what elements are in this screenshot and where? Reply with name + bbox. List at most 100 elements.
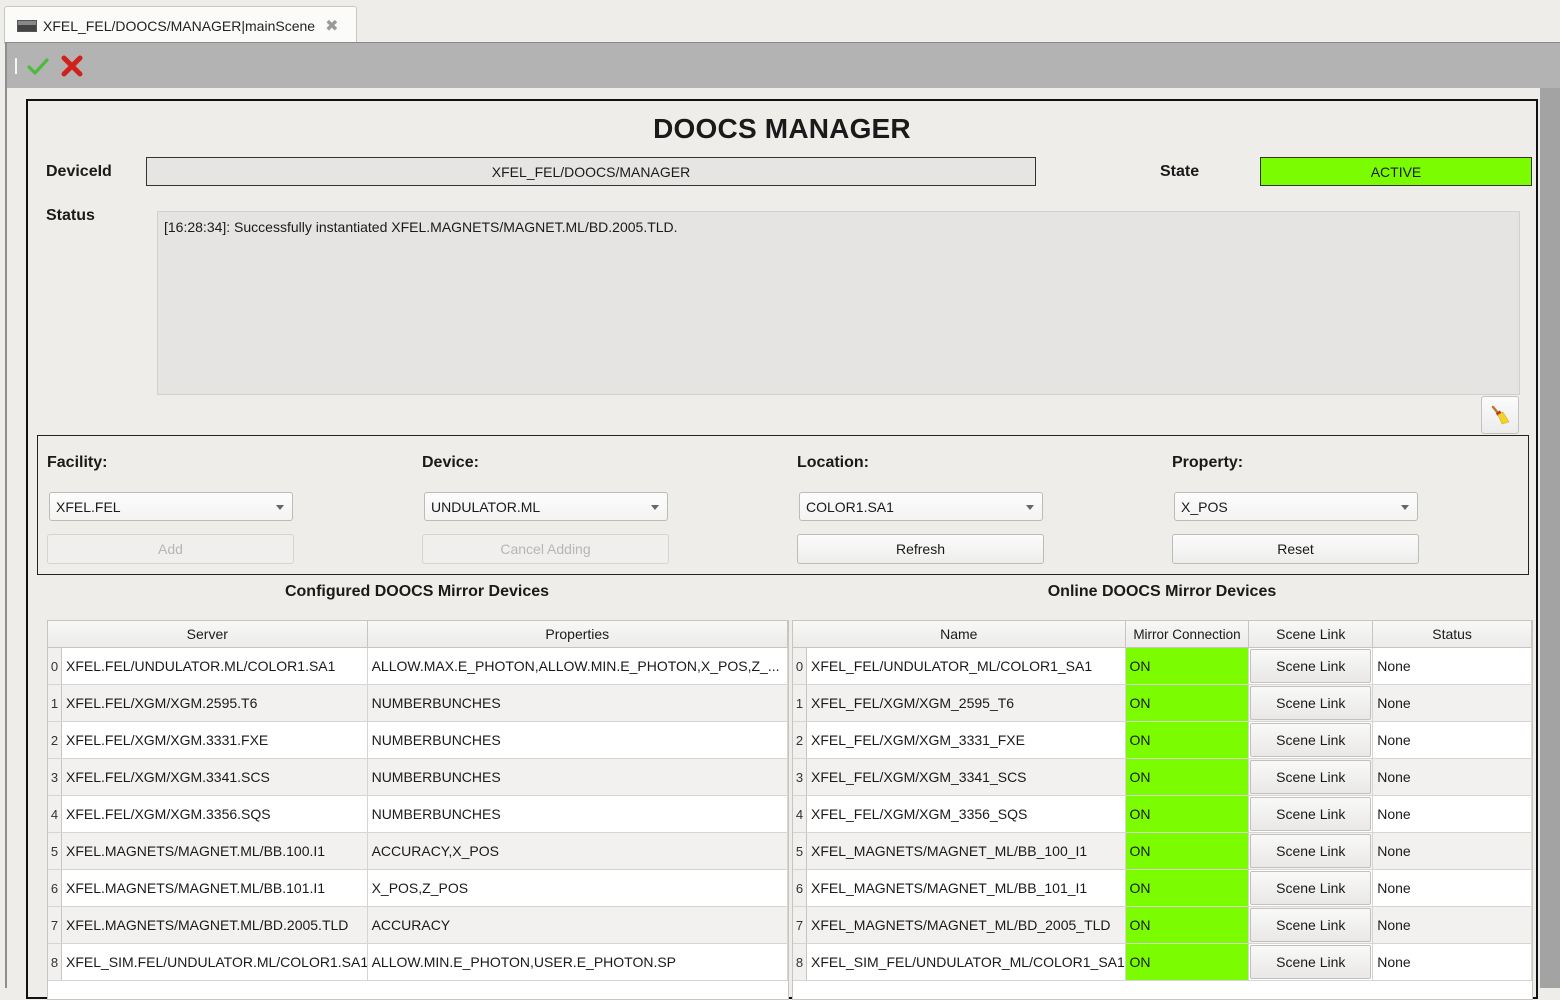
column-header-server[interactable]: Server — [48, 621, 368, 647]
name-cell[interactable]: XFEL_SIM_FEL/UNDULATOR_ML/COLOR1_SA1 — [807, 944, 1126, 980]
properties-cell[interactable]: ACCURACY — [368, 907, 788, 943]
table-row[interactable]: 8 XFEL_SIM.FEL/UNDULATOR.ML/COLOR1.SA1 ALL… — [48, 944, 788, 981]
row-index[interactable]: 8 — [793, 944, 807, 980]
table-row[interactable]: 4 XFEL.FEL/XGM/XGM.3356.SQS NUMBERBUNCHES — [48, 796, 788, 833]
name-cell[interactable]: XFEL_FEL/XGM/XGM_3356_SQS — [807, 796, 1126, 832]
device-select[interactable]: UNDULATOR.ML — [424, 492, 668, 521]
x-icon[interactable] — [59, 53, 85, 79]
server-cell[interactable]: XFEL.FEL/XGM/XGM.3331.FXE — [62, 722, 368, 758]
check-icon[interactable] — [26, 54, 50, 78]
scene-link-button[interactable]: Scene Link — [1250, 834, 1372, 868]
row-index[interactable]: 7 — [793, 907, 807, 943]
table-row[interactable]: 2 XFEL_FEL/XGM/XGM_3331_FXE ON Scene Link No… — [793, 722, 1532, 759]
status-cell[interactable]: None — [1373, 759, 1532, 795]
name-cell[interactable]: XFEL_FEL/XGM/XGM_2595_T6 — [807, 685, 1126, 721]
property-select[interactable]: X_POS — [1174, 492, 1418, 521]
table-row[interactable]: 1 XFEL_FEL/XGM/XGM_2595_T6 ON Scene Link Non… — [793, 685, 1532, 722]
table-row[interactable]: 6 XFEL.MAGNETS/MAGNET.ML/BB.101.I1 X_POS,Z… — [48, 870, 788, 907]
row-index[interactable]: 3 — [48, 759, 62, 795]
properties-cell[interactable]: ALLOW.MIN.E_PHOTON,USER.E_PHOTON.SP — [368, 944, 788, 980]
add-button[interactable]: Add — [47, 534, 294, 564]
server-cell[interactable]: XFEL.FEL/XGM/XGM.3341.SCS — [62, 759, 368, 795]
column-header-mirror-connection[interactable]: Mirror Connection — [1126, 621, 1250, 647]
row-index[interactable]: 4 — [48, 796, 62, 832]
column-header-properties[interactable]: Properties — [368, 621, 788, 647]
properties-cell[interactable]: NUMBERBUNCHES — [368, 685, 788, 721]
row-index[interactable]: 4 — [793, 796, 807, 832]
table-row[interactable]: 0 XFEL.FEL/UNDULATOR.ML/COLOR1.SA1 ALLOW.M… — [48, 648, 788, 685]
table-row[interactable]: 6 XFEL_MAGNETS/MAGNET_ML/BB_101_I1 ON Scene… — [793, 870, 1532, 907]
status-cell[interactable]: None — [1373, 907, 1532, 943]
column-header-scene-link[interactable]: Scene Link — [1249, 621, 1374, 647]
row-index[interactable]: 6 — [793, 870, 807, 906]
properties-cell[interactable]: NUMBERBUNCHES — [368, 796, 788, 832]
close-icon[interactable]: ✖ — [325, 16, 338, 36]
table-row[interactable]: 0 XFEL_FEL/UNDULATOR_ML/COLOR1_SA1 ON Scene… — [793, 648, 1532, 685]
cancel-adding-button[interactable]: Cancel Adding — [422, 534, 669, 564]
row-index[interactable]: 0 — [793, 648, 807, 684]
clear-status-button[interactable] — [1481, 396, 1519, 434]
name-cell[interactable]: XFEL_MAGNETS/MAGNET_ML/BB_100_I1 — [807, 833, 1126, 869]
name-cell[interactable]: XFEL_FEL/XGM/XGM_3341_SCS — [807, 759, 1126, 795]
table-row[interactable]: 5 XFEL.MAGNETS/MAGNET.ML/BB.100.I1 ACCURAC… — [48, 833, 788, 870]
row-index[interactable]: 1 — [793, 685, 807, 721]
status-cell[interactable]: None — [1373, 685, 1532, 721]
name-cell[interactable]: XFEL_FEL/UNDULATOR_ML/COLOR1_SA1 — [807, 648, 1126, 684]
row-index[interactable]: 1 — [48, 685, 62, 721]
server-cell[interactable]: XFEL.MAGNETS/MAGNET.ML/BD.2005.TLD — [62, 907, 368, 943]
row-index[interactable]: 2 — [793, 722, 807, 758]
properties-cell[interactable]: NUMBERBUNCHES — [368, 759, 788, 795]
scrollbar-track[interactable] — [1540, 88, 1560, 988]
refresh-button[interactable]: Refresh — [797, 534, 1044, 564]
row-index[interactable]: 2 — [48, 722, 62, 758]
table-row[interactable]: 3 XFEL.FEL/XGM/XGM.3341.SCS NUMBERBUNCHES — [48, 759, 788, 796]
status-cell[interactable]: None — [1373, 944, 1532, 980]
configured-devices-table[interactable]: Server Properties 0 XFEL.FEL/UNDULATOR.ML… — [47, 620, 789, 1000]
column-header-name[interactable]: Name — [793, 621, 1126, 647]
server-cell[interactable]: XFEL_SIM.FEL/UNDULATOR.ML/COLOR1.SA1 — [62, 944, 368, 980]
server-cell[interactable]: XFEL.FEL/UNDULATOR.ML/COLOR1.SA1 — [62, 648, 368, 684]
row-index[interactable]: 0 — [48, 648, 62, 684]
status-cell[interactable]: None — [1373, 722, 1532, 758]
row-index[interactable]: 5 — [793, 833, 807, 869]
scene-link-button[interactable]: Scene Link — [1250, 871, 1372, 905]
scene-link-button[interactable]: Scene Link — [1250, 686, 1372, 720]
table-row[interactable]: 3 XFEL_FEL/XGM/XGM_3341_SCS ON Scene Link No… — [793, 759, 1532, 796]
table-row[interactable]: 7 XFEL.MAGNETS/MAGNET.ML/BD.2005.TLD ACCUR… — [48, 907, 788, 944]
properties-cell[interactable]: NUMBERBUNCHES — [368, 722, 788, 758]
properties-cell[interactable]: ACCURACY,X_POS — [368, 833, 788, 869]
facility-select[interactable]: XFEL.FEL — [49, 492, 293, 521]
status-cell[interactable]: None — [1373, 870, 1532, 906]
status-cell[interactable]: None — [1373, 833, 1532, 869]
tab-main-scene[interactable]: XFEL_FEL/DOOCS/MANAGER|mainScene ✖ — [4, 6, 357, 44]
row-index[interactable]: 3 — [793, 759, 807, 795]
row-index[interactable]: 6 — [48, 870, 62, 906]
column-header-status[interactable]: Status — [1373, 621, 1532, 647]
server-cell[interactable]: XFEL.FEL/XGM/XGM.2595.T6 — [62, 685, 368, 721]
properties-cell[interactable]: ALLOW.MAX.E_PHOTON,ALLOW.MIN.E_PHOTON,X_… — [368, 648, 788, 684]
table-row[interactable]: 5 XFEL_MAGNETS/MAGNET_ML/BB_100_I1 ON Scene… — [793, 833, 1532, 870]
table-row[interactable]: 8 XFEL_SIM_FEL/UNDULATOR_ML/COLOR1_SA1 ON S… — [793, 944, 1532, 981]
table-row[interactable]: 7 XFEL_MAGNETS/MAGNET_ML/BD_2005_TLD ON Sce… — [793, 907, 1532, 944]
properties-cell[interactable]: X_POS,Z_POS — [368, 870, 788, 906]
online-devices-table[interactable]: Name Mirror Connection Scene Link Status… — [792, 620, 1533, 1000]
server-cell[interactable]: XFEL.MAGNETS/MAGNET.ML/BB.101.I1 — [62, 870, 368, 906]
scene-link-button[interactable]: Scene Link — [1250, 945, 1372, 979]
scene-link-button[interactable]: Scene Link — [1250, 760, 1372, 794]
table-row[interactable]: 4 XFEL_FEL/XGM/XGM_3356_SQS ON Scene Link No… — [793, 796, 1532, 833]
scene-link-button[interactable]: Scene Link — [1250, 908, 1372, 942]
location-select[interactable]: COLOR1.SA1 — [799, 492, 1043, 521]
scene-link-button[interactable]: Scene Link — [1250, 723, 1372, 757]
server-cell[interactable]: XFEL.FEL/XGM/XGM.3356.SQS — [62, 796, 368, 832]
table-row[interactable]: 2 XFEL.FEL/XGM/XGM.3331.FXE NUMBERBUNCHES — [48, 722, 788, 759]
row-index[interactable]: 8 — [48, 944, 62, 980]
table-row[interactable]: 1 XFEL.FEL/XGM/XGM.2595.T6 NUMBERBUNCHES — [48, 685, 788, 722]
status-log[interactable]: [16:28:34]: Successfully instantiated XF… — [157, 211, 1520, 395]
name-cell[interactable]: XFEL_MAGNETS/MAGNET_ML/BB_101_I1 — [807, 870, 1126, 906]
row-index[interactable]: 7 — [48, 907, 62, 943]
status-cell[interactable]: None — [1373, 796, 1532, 832]
name-cell[interactable]: XFEL_FEL/XGM/XGM_3331_FXE — [807, 722, 1126, 758]
status-cell[interactable]: None — [1373, 648, 1532, 684]
scene-link-button[interactable]: Scene Link — [1250, 649, 1372, 683]
row-index[interactable]: 5 — [48, 833, 62, 869]
